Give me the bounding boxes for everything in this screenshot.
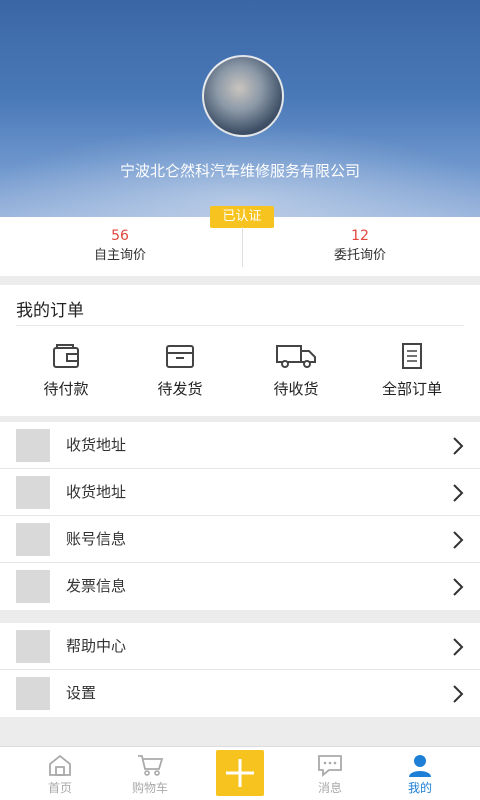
chevron-right-icon [453,578,464,596]
tab-label: 消息 [317,781,342,795]
menu-item-help-center[interactable]: 帮助中心 [0,623,480,670]
order-label: 待付款 [43,380,89,398]
menu-item-settings[interactable]: 设置 [0,670,480,717]
order-label: 待发货 [157,380,203,398]
menu-icon-placeholder [16,523,50,556]
profile-header: 宁波北仑然科汽车维修服务有限公司 [0,0,480,217]
menu-icon-placeholder [16,429,50,462]
tab-label: 我的 [407,781,432,795]
message-icon [318,755,342,777]
my-orders-section: 我的订单 待付款 待发货 待收货 全部订单 [0,285,480,416]
wallet-icon [53,344,79,368]
order-all[interactable]: 全部订单 [352,342,472,399]
order-pending-shipment[interactable]: 待发货 [120,342,240,399]
avatar[interactable] [202,55,284,137]
plus-icon [226,759,254,787]
tab-label: 购物车 [131,781,168,795]
chevron-right-icon [453,484,464,502]
chevron-right-icon [453,437,464,455]
chevron-right-icon [453,685,464,703]
menu-icon-placeholder [16,476,50,509]
user-icon [409,755,431,777]
menu-item-label: 账号信息 [66,530,127,548]
menu-item-label: 收货地址 [66,483,127,501]
order-pending-receipt[interactable]: 待收货 [236,342,356,399]
tab-cart[interactable]: 购物车 [102,753,198,796]
divider [16,325,464,326]
menu-icon-placeholder [16,570,50,603]
menu-icon-placeholder [16,677,50,710]
settings-group-2: 帮助中心 设置 [0,623,480,717]
stat-label: 委托询价 [333,248,386,263]
stat-value: 56 [111,228,129,244]
truck-icon [276,345,316,368]
add-button[interactable] [216,750,264,796]
menu-icon-placeholder [16,630,50,663]
home-icon [49,754,71,776]
box-icon [166,345,194,368]
order-label: 全部订单 [381,380,442,398]
menu-item-shipping-address[interactable]: 收货地址 [0,422,480,469]
bottom-tab-bar: 首页 购物车 消息 我的 [0,746,480,800]
menu-item-shipping-address-2[interactable]: 收货地址 [0,469,480,516]
orders-title: 我的订单 [16,301,84,321]
tab-mine[interactable]: 我的 [372,753,468,796]
menu-item-label: 设置 [66,684,97,702]
chevron-right-icon [453,638,464,656]
menu-item-label: 收货地址 [66,436,127,454]
cart-icon [138,755,164,776]
stat-entrusted-inquiry[interactable]: 12 委托询价 [240,227,480,267]
order-label: 待收货 [273,380,319,398]
document-icon [402,343,422,369]
stat-label: 自主询价 [93,248,146,263]
company-name: 宁波北仑然科汽车维修服务有限公司 [119,162,360,180]
stat-self-inquiry[interactable]: 56 自主询价 [0,227,240,267]
menu-item-label: 发票信息 [66,577,127,595]
stat-value: 12 [351,228,369,244]
verified-badge: 已认证 [210,206,274,228]
chevron-right-icon [453,531,464,549]
inquiry-stats: 已认证 56 自主询价 12 委托询价 [0,206,480,276]
tab-messages[interactable]: 消息 [282,753,378,796]
tab-label: 首页 [47,781,72,795]
menu-item-label: 帮助中心 [66,637,127,655]
menu-item-account-info[interactable]: 账号信息 [0,516,480,563]
settings-group-1: 收货地址 收货地址 账号信息 发票信息 [0,422,480,610]
order-pending-payment[interactable]: 待付款 [6,342,126,399]
tab-home[interactable]: 首页 [12,753,108,796]
menu-item-invoice-info[interactable]: 发票信息 [0,563,480,610]
